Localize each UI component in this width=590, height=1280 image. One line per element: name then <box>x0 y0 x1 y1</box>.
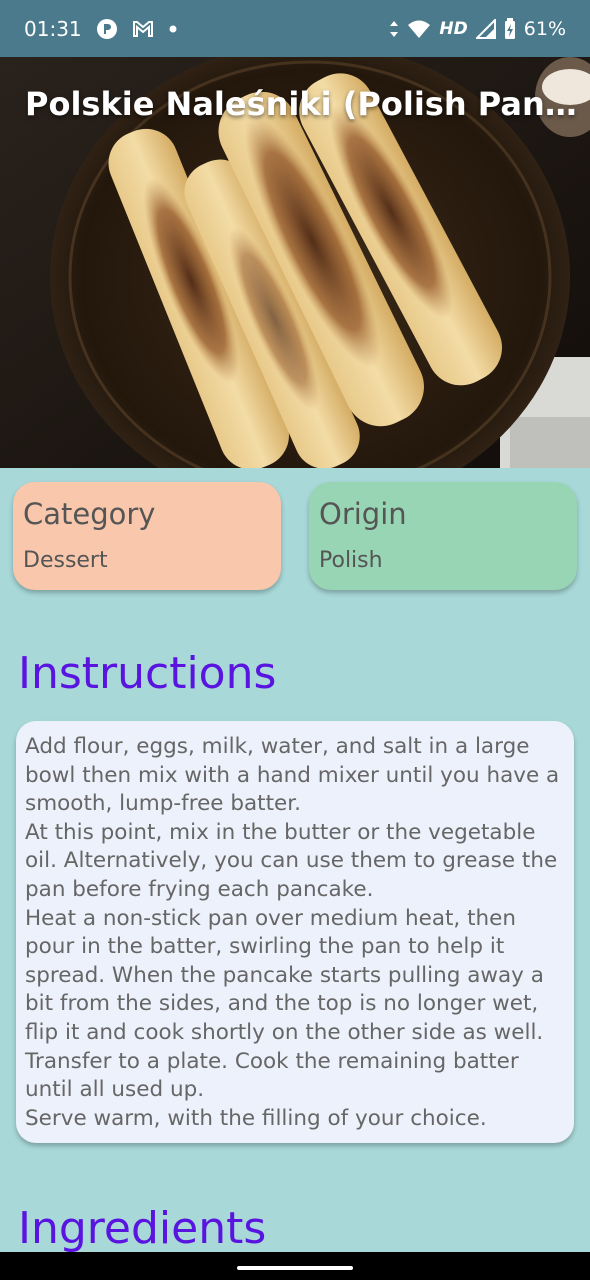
data-arrows-icon <box>389 20 399 38</box>
wifi-icon <box>407 19 431 39</box>
instruction-step: Transfer to a plate. Cook the remaining … <box>25 1048 519 1103</box>
ingredients-heading: Ingredients <box>18 1203 267 1254</box>
gmail-icon <box>132 20 154 38</box>
signal-icon <box>475 18 496 39</box>
navigation-bar <box>0 1252 590 1280</box>
instruction-step: At this point, mix in the butter or the … <box>25 819 558 902</box>
category-card: Category Dessert <box>13 482 281 590</box>
instructions-text-box[interactable]: Add flour, eggs, milk, water, and salt i… <box>16 721 574 1143</box>
battery-icon <box>504 17 516 40</box>
dot-icon <box>168 24 178 34</box>
network-type-label: HD <box>439 18 468 39</box>
status-time: 01:31 <box>24 16 82 41</box>
instruction-step: Add flour, eggs, milk, water, and salt i… <box>25 734 560 817</box>
origin-value: Polish <box>319 548 383 573</box>
instruction-step: Serve warm, with the filling of your cho… <box>25 1105 487 1131</box>
recipe-title: Polskie Naleśniki (Polish Pancakes) <box>25 85 580 123</box>
origin-card: Origin Polish <box>309 482 577 590</box>
app-notification-icon <box>96 18 118 40</box>
category-value: Dessert <box>23 548 108 573</box>
instruction-step: Heat a non-stick pan over medium heat, t… <box>25 905 544 1045</box>
origin-label: Origin <box>319 497 407 531</box>
status-bar: 01:31 HD 61% <box>0 0 590 57</box>
category-label: Category <box>23 497 156 531</box>
battery-percent: 61% <box>523 17 566 40</box>
instructions-heading: Instructions <box>18 648 277 699</box>
home-gesture-handle[interactable] <box>237 1266 353 1270</box>
recipe-hero-image: Polskie Naleśniki (Polish Pancakes) <box>0 57 590 468</box>
